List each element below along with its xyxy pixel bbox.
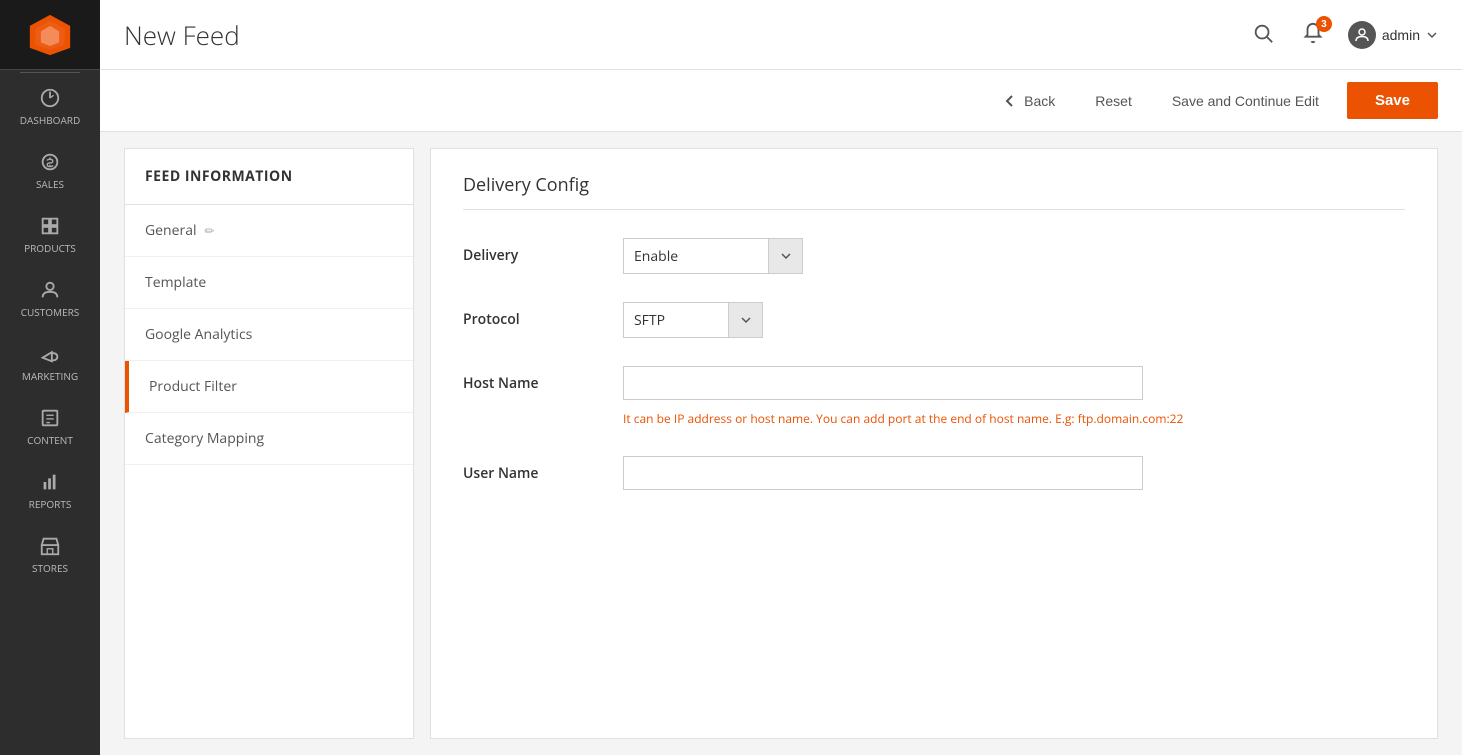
hostname-input[interactable]: [623, 366, 1143, 400]
notification-button[interactable]: 3: [1298, 18, 1328, 51]
hostname-label: Host Name: [463, 366, 623, 393]
content-area: FEED INFORMATION General ✏ Template Goog…: [100, 132, 1462, 755]
protocol-label: Protocol: [463, 302, 623, 329]
delivery-arrow[interactable]: [768, 239, 802, 273]
sidebar-item-sales[interactable]: SALES: [0, 139, 100, 203]
protocol-value: SFTP: [624, 304, 728, 337]
hostname-field-row: Host Name It can be IP address or host n…: [463, 366, 1405, 428]
protocol-arrow[interactable]: [728, 303, 762, 337]
hostname-hint: It can be IP address or host name. You c…: [623, 410, 1405, 428]
protocol-field-row: Protocol SFTP: [463, 302, 1405, 338]
main-area: New Feed 3: [100, 0, 1462, 755]
sidebar-item-content[interactable]: CONTENT: [0, 395, 100, 459]
left-panel-item-general[interactable]: General ✏: [125, 205, 413, 257]
delivery-value: Enable: [624, 240, 768, 273]
username-input[interactable]: [623, 456, 1143, 490]
notification-badge: 3: [1316, 16, 1332, 32]
sidebar-item-stores[interactable]: STORES: [0, 523, 100, 587]
delivery-field-row: Delivery Enable: [463, 238, 1405, 274]
admin-label: admin: [1382, 27, 1420, 43]
delivery-control: Enable: [623, 238, 1405, 274]
username-label: User Name: [463, 456, 623, 483]
left-panel-item-product-filter[interactable]: Product Filter: [125, 361, 413, 413]
top-header: New Feed 3: [100, 0, 1462, 70]
admin-button[interactable]: admin: [1348, 21, 1438, 49]
username-control: [623, 456, 1405, 490]
sidebar-item-reports[interactable]: REPORTS: [0, 459, 100, 523]
page-title: New Feed: [124, 17, 240, 53]
save-continue-button[interactable]: Save and Continue Edit: [1160, 85, 1331, 117]
delivery-select[interactable]: Enable: [623, 238, 803, 274]
protocol-control: SFTP: [623, 302, 1405, 338]
sidebar: DASHBOARD SALES PRODUCTS CUSTOMERS MARKE…: [0, 0, 100, 755]
left-panel-item-category-mapping[interactable]: Category Mapping: [125, 413, 413, 465]
sidebar-item-label-products: PRODUCTS: [24, 241, 76, 255]
sidebar-item-label-reports: REPORTS: [29, 497, 72, 511]
chevron-down-icon: [740, 314, 752, 326]
save-button[interactable]: Save: [1347, 82, 1438, 119]
section-title: Delivery Config: [463, 173, 1405, 210]
left-panel-item-google-analytics[interactable]: Google Analytics: [125, 309, 413, 361]
sidebar-item-label-customers: CUSTOMERS: [21, 305, 80, 319]
arrow-left-icon: [1002, 93, 1018, 109]
delivery-label: Delivery: [463, 238, 623, 265]
left-panel: FEED INFORMATION General ✏ Template Goog…: [124, 148, 414, 739]
sidebar-logo: [0, 0, 100, 70]
left-panel-title: FEED INFORMATION: [125, 149, 413, 205]
chevron-down-icon: [780, 250, 792, 262]
chevron-down-icon: [1426, 29, 1438, 41]
sidebar-item-label-marketing: MARKETING: [22, 369, 78, 383]
admin-avatar: [1348, 21, 1376, 49]
sidebar-item-label-content: CONTENT: [27, 433, 73, 447]
left-panel-item-template[interactable]: Template: [125, 257, 413, 309]
right-panel: Delivery Config Delivery Enable: [430, 148, 1438, 739]
sidebar-item-dashboard[interactable]: DASHBOARD: [0, 75, 100, 139]
back-button[interactable]: Back: [990, 85, 1067, 117]
hostname-control: It can be IP address or host name. You c…: [623, 366, 1405, 428]
sidebar-item-products[interactable]: PRODUCTS: [0, 203, 100, 267]
reset-button[interactable]: Reset: [1083, 85, 1144, 117]
sidebar-item-marketing[interactable]: MARKETING: [0, 331, 100, 395]
edit-icon: ✏: [205, 222, 215, 239]
protocol-select[interactable]: SFTP: [623, 302, 763, 338]
sidebar-item-label-sales: SALES: [36, 177, 64, 191]
search-button[interactable]: [1248, 18, 1278, 51]
sidebar-item-label-dashboard: DASHBOARD: [20, 113, 80, 127]
action-bar: Back Reset Save and Continue Edit Save: [100, 70, 1462, 132]
header-actions: 3 admin: [1248, 18, 1438, 51]
sidebar-item-label-stores: STORES: [32, 561, 68, 575]
sidebar-item-customers[interactable]: CUSTOMERS: [0, 267, 100, 331]
username-field-row: User Name: [463, 456, 1405, 490]
